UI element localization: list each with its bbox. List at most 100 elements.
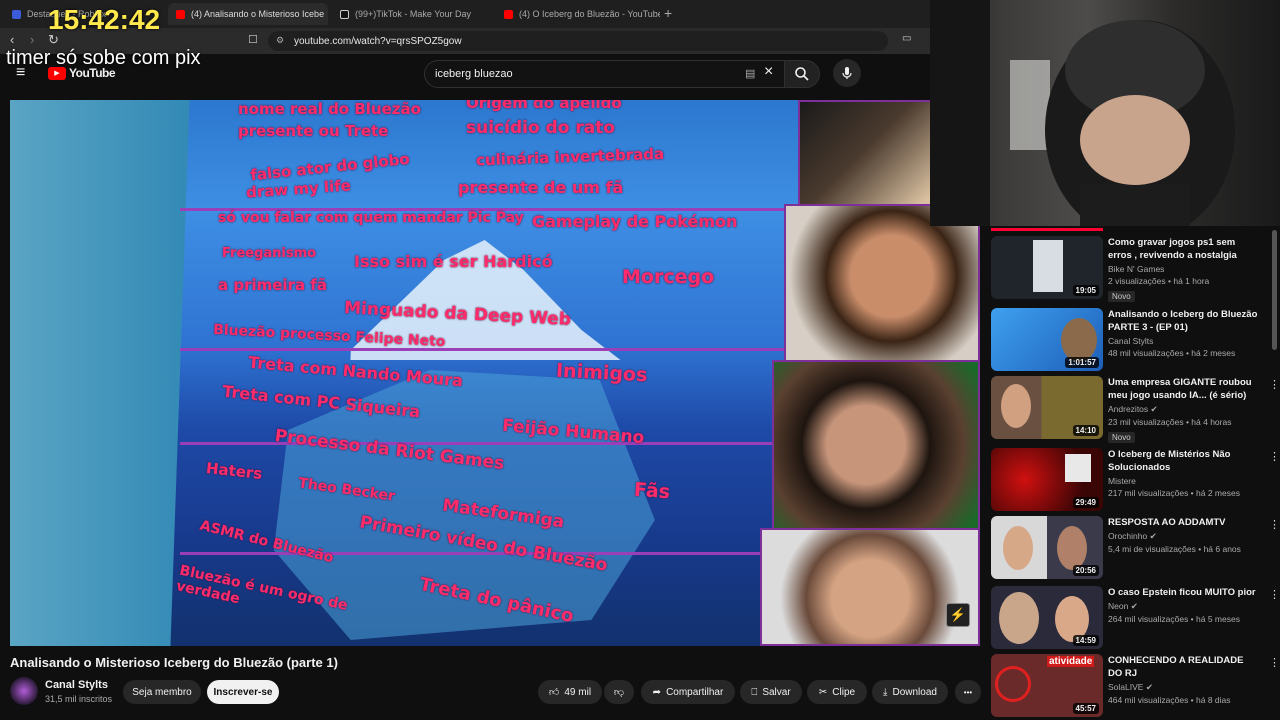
lightning-icon[interactable]: ⚡ xyxy=(946,603,970,627)
sidebar-scrollbar[interactable] xyxy=(1272,230,1277,350)
more-actions-button[interactable]: ••• xyxy=(955,680,981,704)
more-options-icon[interactable]: ⋮ xyxy=(1269,656,1280,669)
search-input[interactable]: iceberg bluezao xyxy=(424,60,786,88)
video-player[interactable]: nome real do Bluezão Origem do apelido p… xyxy=(10,100,980,646)
video-duration: 14:10 xyxy=(1072,425,1099,436)
back-icon[interactable]: ‹ xyxy=(10,32,14,47)
save-button[interactable]: ⎕ Salvar xyxy=(740,680,802,704)
channel-name[interactable]: SolaLIVE ✔ xyxy=(1108,682,1258,693)
video-duration: 14:59 xyxy=(1072,635,1099,646)
clip-label: Clipe xyxy=(832,686,856,698)
iceberg-label: Gameplay de Pokémon xyxy=(532,212,738,231)
search-button[interactable] xyxy=(784,60,820,88)
bookmark-icon[interactable]: ☐ xyxy=(248,33,258,46)
video-title[interactable]: CONHECENDO A REALIDADE DO RJ xyxy=(1108,654,1258,680)
collage-face-4 xyxy=(760,528,980,646)
recommended-video[interactable]: 20:56 RESPOSTA AO ADDAMTV Orochinho ✔ 5,… xyxy=(991,516,1280,582)
video-duration: 29:49 xyxy=(1072,497,1099,508)
join-label: Seja membro xyxy=(132,686,192,698)
video-meta: 5,4 mi de visualizações • há 6 anos xyxy=(1108,544,1241,554)
iceberg-label: Freeganismo xyxy=(222,246,317,261)
channel-name[interactable]: Canal Stylts xyxy=(45,679,108,691)
thumbs-down-icon: 👎︎ xyxy=(613,687,625,698)
recommended-video[interactable]: 14:10 Uma empresa GIGANTE roubou meu jog… xyxy=(991,376,1280,443)
new-tab-button[interactable]: + xyxy=(664,5,672,21)
forward-icon[interactable]: › xyxy=(30,32,34,47)
video-title[interactable]: Analisando o Iceberg do Bluezão PARTE 3 … xyxy=(1108,308,1258,334)
voice-search-button[interactable] xyxy=(833,59,861,87)
more-options-icon[interactable]: ⋮ xyxy=(1269,450,1280,463)
keyboard-icon[interactable]: ▤ xyxy=(745,67,755,80)
like-count: 49 mil xyxy=(564,686,592,698)
iceberg-label: Isso sim é ser Hardicó xyxy=(354,252,553,271)
tab-label: (4) Analisando o Misterioso Icebe xyxy=(191,9,325,19)
join-button[interactable]: Seja membro xyxy=(123,680,201,704)
more-options-icon[interactable]: ⋮ xyxy=(1269,378,1280,391)
video-thumbnail[interactable]: atividade 45:57 xyxy=(991,654,1103,717)
verified-icon: ✔ xyxy=(1149,531,1157,541)
video-title[interactable]: O Iceberg de Mistérios Não Solucionados xyxy=(1108,448,1258,474)
video-meta: 217 mil visualizações • há 2 meses xyxy=(1108,488,1240,498)
share-button[interactable]: ➦ Compartilhar xyxy=(641,680,735,704)
video-duration: 19:05 xyxy=(1072,285,1099,296)
clear-search-icon[interactable]: × xyxy=(764,63,773,81)
video-meta: 464 mil visualizações • há 8 dias xyxy=(1108,695,1231,705)
cast-icon[interactable]: ▭ xyxy=(902,33,911,44)
iceberg-label: nome real do Bluezão xyxy=(238,100,421,118)
channel-name[interactable]: Andrezitos ✔ xyxy=(1108,404,1258,415)
dislike-button[interactable]: 👎︎ xyxy=(604,680,634,704)
thumbnail-face xyxy=(1057,526,1087,570)
iceberg-label: só vou falar com quem mandar Pic Pay xyxy=(218,210,524,226)
channel-name[interactable]: Canal Stylts xyxy=(1108,336,1258,346)
recommended-video[interactable]: atividade 45:57 CONHECENDO A REALIDADE D… xyxy=(991,654,1280,720)
recommended-video[interactable]: 29:49 O Iceberg de Mistérios Não Solucio… xyxy=(991,448,1280,514)
video-title[interactable]: Uma empresa GIGANTE roubou meu jogo usan… xyxy=(1108,376,1258,402)
site-info-icon[interactable]: ⚙ xyxy=(276,35,284,46)
channel-avatar[interactable] xyxy=(10,677,38,705)
more-options-icon[interactable]: ⋮ xyxy=(1269,588,1280,601)
video-thumbnail[interactable]: 29:49 xyxy=(991,448,1103,511)
video-title[interactable]: Como gravar jogos ps1 sem erros , revive… xyxy=(1108,236,1258,262)
clip-button[interactable]: ✂ Clipe xyxy=(807,680,867,704)
like-button[interactable]: 👍︎ 49 mil xyxy=(538,680,602,704)
video-thumbnail[interactable]: 19:05 xyxy=(991,236,1103,299)
download-button[interactable]: ⤓ Download xyxy=(872,680,948,704)
stream-timer: 15:42:42 xyxy=(48,4,161,35)
download-label: Download xyxy=(892,686,937,698)
url-bar[interactable]: youtube.com/watch?v=qrsSPOZ5gow xyxy=(268,31,888,51)
channel-name[interactable]: Mistere xyxy=(1108,476,1258,486)
youtube-icon xyxy=(504,9,513,19)
recommended-video[interactable]: 19:05 Como gravar jogos ps1 sem erros , … xyxy=(991,236,1280,302)
channel-label: Andrezitos xyxy=(1108,404,1149,414)
video-title[interactable]: O caso Epstein ficou MUITO pior xyxy=(1108,586,1258,599)
video-meta: 48 mil visualizações • há 2 meses xyxy=(1108,348,1236,358)
video-meta: 2 visualizações • há 1 hora xyxy=(1108,276,1210,286)
video-thumbnail[interactable]: 14:10 xyxy=(991,376,1103,439)
thumbnail-text: atividade xyxy=(1047,656,1095,667)
video-thumbnail[interactable]: 1:01:57 xyxy=(991,308,1103,371)
recommended-video[interactable]: 1:01:57 Analisando o Iceberg do Bluezão … xyxy=(991,308,1280,374)
video-thumbnail[interactable]: 14:59 xyxy=(991,586,1103,649)
share-icon: ➦ xyxy=(652,686,662,698)
iceberg-label: presente ou Trete xyxy=(238,122,389,140)
more-icon: ••• xyxy=(963,687,973,697)
tab-current-video[interactable]: (4) Analisando o Misterioso Icebe × xyxy=(168,3,328,25)
video-thumbnail[interactable]: 20:56 xyxy=(991,516,1103,579)
channel-name[interactable]: Neon ✔ xyxy=(1108,601,1258,612)
video-title: Analisando o Misterioso Iceberg do Bluez… xyxy=(10,655,338,670)
channel-name[interactable]: Bike N' Games xyxy=(1108,264,1258,274)
tab-iceberg-video[interactable]: (4) O Iceberg do Bluezão - YouTube xyxy=(496,3,660,25)
video-duration: 45:57 xyxy=(1072,703,1099,714)
thumbnail-face xyxy=(1001,384,1031,428)
new-badge: Novo xyxy=(1108,291,1135,302)
video-duration: 1:01:57 xyxy=(1065,357,1099,368)
collage-face-2 xyxy=(784,204,980,364)
recommended-video[interactable]: 14:59 O caso Epstein ficou MUITO pior Ne… xyxy=(991,586,1280,652)
tab-label: (4) O Iceberg do Bluezão - YouTube xyxy=(519,9,660,19)
tab-tiktok[interactable]: (99+)TikTok - Make Your Day xyxy=(332,3,492,25)
subscribe-button[interactable]: Inscrever-se xyxy=(207,680,279,704)
more-options-icon[interactable]: ⋮ xyxy=(1269,518,1280,531)
video-title[interactable]: RESPOSTA AO ADDAMTV xyxy=(1108,516,1258,529)
channel-name[interactable]: Orochinho ✔ xyxy=(1108,531,1258,542)
iceberg-label: Origem do apelido xyxy=(466,100,622,112)
